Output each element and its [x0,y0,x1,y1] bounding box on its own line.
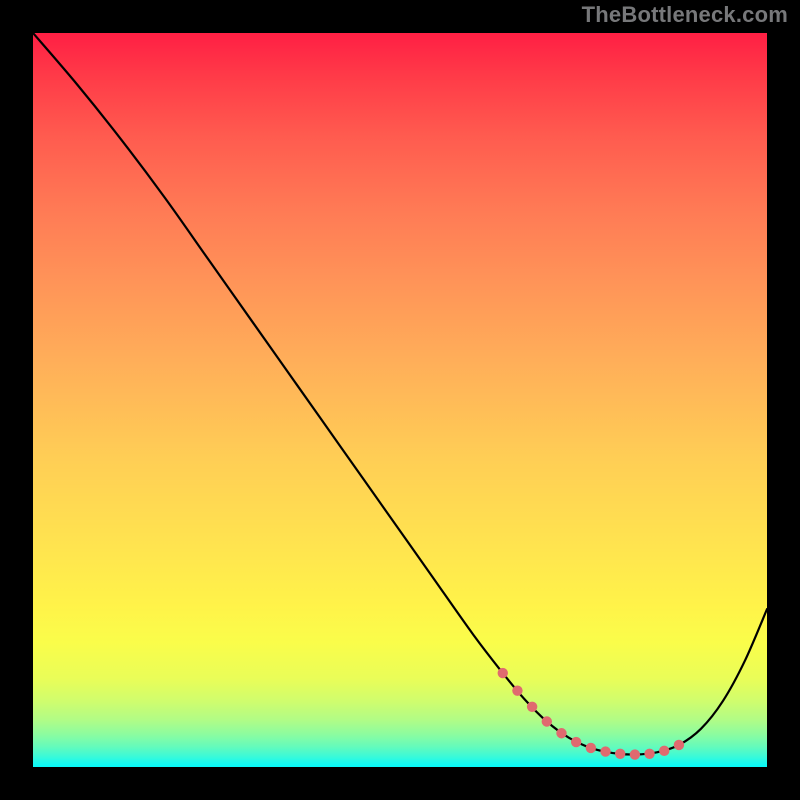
dotted-trough [498,668,685,760]
main-curve [33,33,767,755]
trough-dot [542,716,552,726]
plot-area [33,33,767,767]
trough-dot [571,737,581,747]
trough-dot [586,743,596,753]
chart-frame: TheBottleneck.com [0,0,800,800]
trough-dot [615,749,625,759]
trough-dot [644,749,654,759]
trough-dot [600,746,610,756]
trough-dot [498,668,508,678]
trough-dot [527,702,537,712]
trough-dot [512,685,522,695]
watermark-text: TheBottleneck.com [582,2,788,28]
trough-dot [659,746,669,756]
trough-dot [630,749,640,759]
curve-layer [33,33,767,767]
trough-dot [556,728,566,738]
trough-dot [674,740,684,750]
